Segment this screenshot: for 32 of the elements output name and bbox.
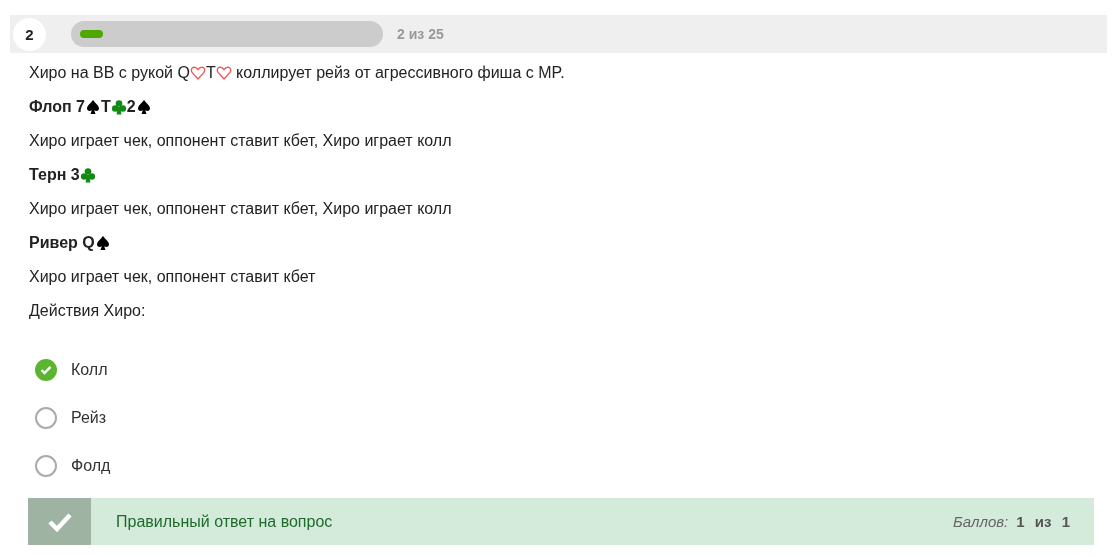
check-icon	[40, 365, 52, 375]
score-value: 1 из 1	[1016, 513, 1070, 530]
option-label[interactable]: Фолд	[71, 457, 111, 475]
question-text: Хиро играет чек, оппонент ставит кбет, Хиро играет колл	[29, 131, 452, 151]
question-text: Действия Хиро:	[29, 301, 146, 321]
heart-icon	[215, 64, 232, 82]
option-label[interactable]: Колл	[71, 361, 108, 379]
street-heading: Ривер Q	[29, 233, 95, 253]
question-number: 2	[13, 17, 46, 51]
score-label: Баллов:	[953, 513, 1009, 530]
question-text: T	[205, 63, 216, 83]
question-counter: 2 из 25	[397, 26, 444, 42]
spade-icon	[135, 98, 152, 116]
club-icon	[79, 166, 96, 184]
radio-button[interactable]	[35, 407, 57, 429]
street-heading: T	[101, 97, 111, 117]
question-text: коллирует рейз от агрессивного фиша с MP.	[235, 63, 565, 83]
checked-radio[interactable]	[35, 359, 57, 381]
street-heading: 2	[126, 97, 136, 117]
heart-icon	[189, 64, 206, 82]
feedback-message: Правильный ответ на вопрос	[116, 512, 334, 531]
question-text: Хиро играет чек, оппонент ставит кбет	[29, 267, 316, 287]
radio-button[interactable]	[35, 455, 57, 477]
street-heading: Терн 3	[29, 165, 80, 185]
spade-icon	[94, 234, 111, 252]
street-heading: Флоп 7	[29, 97, 85, 117]
club-icon	[110, 98, 127, 116]
question-text: Хиро играет чек, оппонент ставит кбет, Хиро играет колл	[29, 199, 452, 219]
spade-icon	[85, 98, 101, 116]
question-text: Хиро на BB с рукой Q	[29, 63, 190, 83]
check-icon	[28, 498, 91, 545]
option-label[interactable]: Рейз	[71, 409, 107, 427]
